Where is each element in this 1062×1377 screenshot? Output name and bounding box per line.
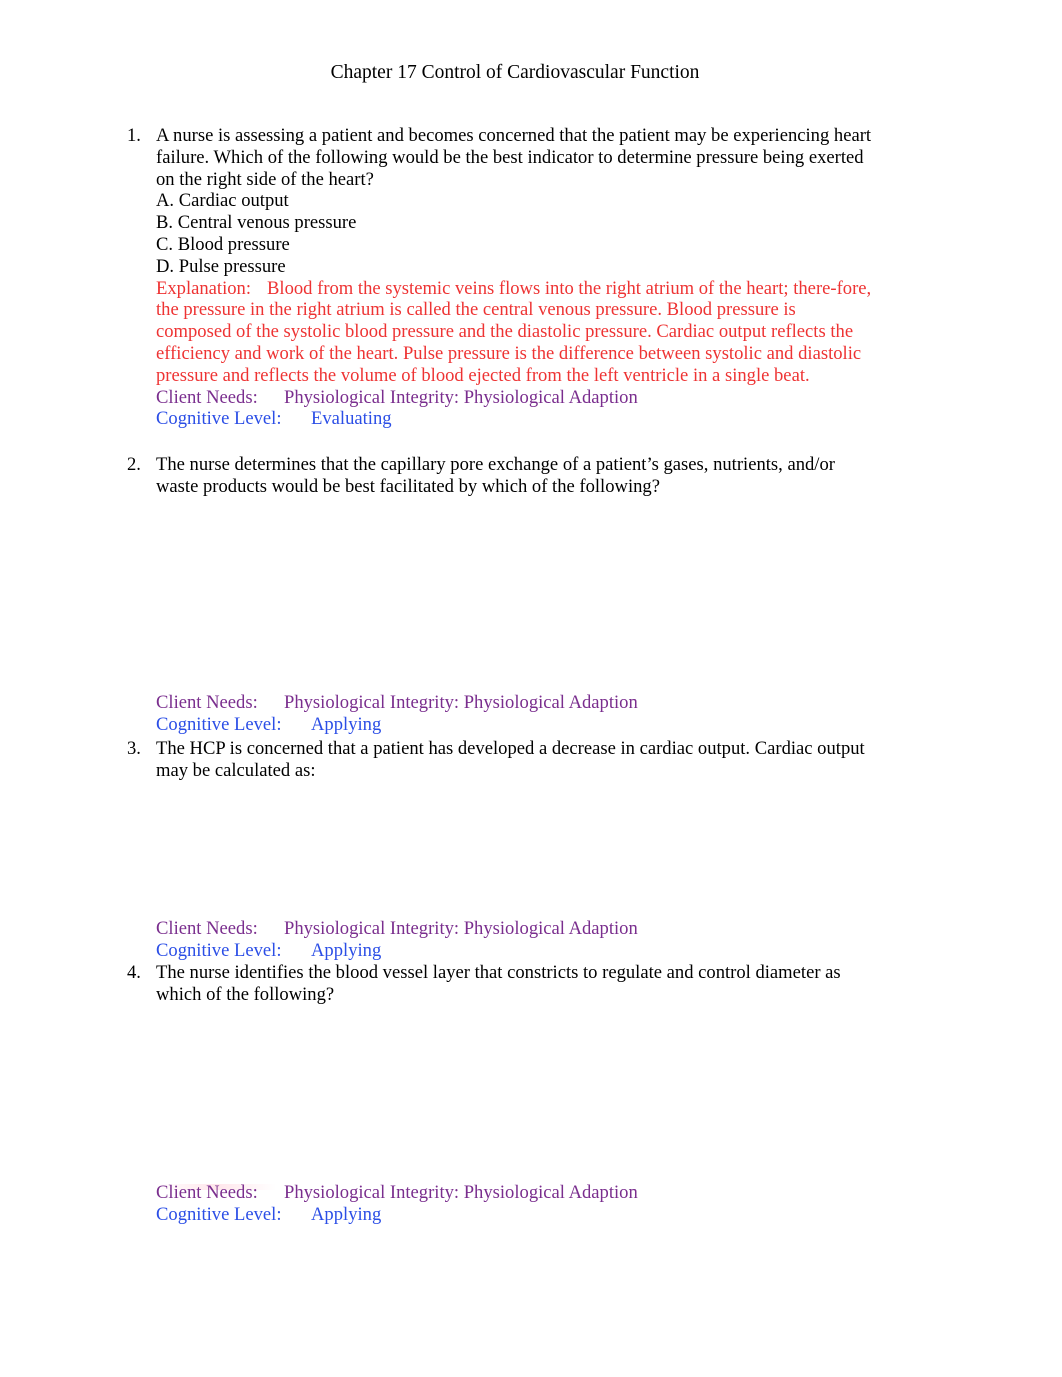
explanation-label: Explanation: [156, 277, 252, 299]
option-b: B. Central venous pressure [156, 212, 357, 234]
client-needs: Client Needs: Physiological Integrity: Ph… [156, 1182, 638, 1204]
option-a: A. Cardiac output [156, 190, 289, 212]
question-2-meta: Client Needs: Physiological Integrity: Ph… [156, 692, 638, 736]
client-needs-label: Client Needs: [156, 386, 258, 408]
cognitive-level-value: Evaluating [311, 408, 392, 430]
question-4-meta: Client Needs: Physiological Integrity: Ph… [156, 1182, 638, 1226]
page-title: Chapter 17 Control of Cardiovascular Fun… [330, 62, 700, 83]
cognitive-level-value: Applying [311, 713, 382, 735]
question-number: 2. [127, 454, 141, 475]
client-needs-value: Physiological Integrity: Physiological A… [284, 692, 638, 713]
client-needs-label: Client Needs: [156, 918, 258, 939]
cognitive-level-label: Cognitive Level: [156, 408, 282, 430]
explanation: Explanation: Blood from the systemic vein… [156, 278, 872, 387]
question-number: 4. [127, 962, 141, 983]
cognitive-level: Cognitive Level: Applying [156, 714, 638, 736]
question-4: 4. The nurse identifies the blood vessel… [127, 962, 872, 1006]
client-needs-label: Client Needs: [156, 1182, 258, 1203]
cognitive-level-value: Applying [311, 1203, 382, 1225]
client-needs: Client Needs: Physiological Integrity: Ph… [156, 387, 872, 409]
client-needs-value: Physiological Integrity: Physiological A… [284, 918, 638, 939]
question-3: 3. The HCP is concerned that a patient h… [127, 738, 872, 782]
cognitive-level: Cognitive Level: Applying [156, 1204, 638, 1226]
question-number: 1. [127, 125, 141, 146]
cognitive-level: Cognitive Level: Evaluating [156, 408, 872, 430]
question-text: A nurse is assessing a patient and becom… [156, 125, 872, 190]
client-needs: Client Needs: Physiological Integrity: Ph… [156, 918, 638, 940]
question-3-meta: Client Needs: Physiological Integrity: Ph… [156, 918, 638, 962]
option-d: D. Pulse pressure [156, 255, 286, 277]
question-1: 1. A nurse is assessing a patient and be… [127, 125, 872, 430]
explanation-text: Blood from the systemic veins flows into… [156, 277, 872, 386]
question-text: The HCP is concerned that a patient has … [156, 738, 865, 781]
cognitive-level-label: Cognitive Level: [156, 713, 282, 735]
cognitive-level-label: Cognitive Level: [156, 939, 282, 961]
question-text: The nurse determines that the capillary … [156, 454, 835, 497]
option-c: C. Blood pressure [156, 233, 290, 255]
cognitive-level-label: Cognitive Level: [156, 1203, 282, 1225]
client-needs-value: Physiological Integrity: Physiological A… [284, 386, 638, 408]
client-needs-label: Client Needs: [156, 692, 258, 713]
question-text: The nurse identifies the blood vessel la… [156, 962, 841, 1005]
client-needs-value: Physiological Integrity: Physiological A… [284, 1182, 638, 1203]
client-needs: Client Needs: Physiological Integrity: Ph… [156, 692, 638, 714]
cognitive-level: Cognitive Level: Applying [156, 940, 638, 962]
question-2: 2. The nurse determines that the capilla… [127, 454, 872, 498]
question-number: 3. [127, 738, 141, 759]
cognitive-level-value: Applying [311, 939, 382, 961]
